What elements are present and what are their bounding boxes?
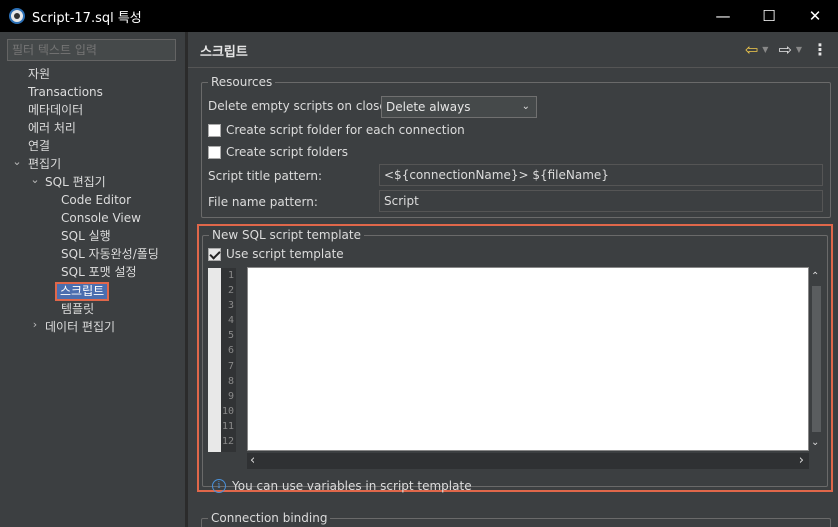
- scroll-thumb[interactable]: [812, 286, 821, 432]
- editor-left-gutter: [208, 268, 221, 452]
- resources-legend: Resources: [208, 74, 276, 90]
- scroll-up-icon[interactable]: ⌃: [811, 272, 819, 282]
- title-pattern-field[interactable]: <${connectionName}> ${fileName}: [379, 164, 823, 186]
- use-template-checkbox[interactable]: [208, 247, 221, 261]
- connection-binding-group: Connection binding: [201, 510, 831, 527]
- chevron-down-icon: ⌄: [521, 101, 530, 112]
- maximize-button[interactable]: ☐: [746, 0, 792, 32]
- back-dropdown-icon[interactable]: ▼: [762, 45, 768, 54]
- line-numbers: 1 2 3 4 5 6 7 8 9 10 11 12: [221, 268, 236, 452]
- forward-dropdown-icon[interactable]: ▼: [796, 45, 802, 54]
- expand-data-editor-chevron-icon[interactable]: ›: [29, 318, 41, 331]
- template-info-text: You can use variables in script template: [232, 479, 472, 493]
- create-folders-label: Create script folders: [226, 145, 349, 159]
- use-template-label: Use script template: [226, 247, 344, 261]
- line-number: 8: [227, 375, 234, 387]
- window-controls: — ☐ ✕: [700, 0, 838, 32]
- scroll-right-icon[interactable]: ›: [799, 454, 804, 467]
- tree-item-code-editor[interactable]: Code Editor: [61, 191, 131, 209]
- line-number: 12: [221, 436, 234, 448]
- tree-item-sql-editor[interactable]: SQL 편집기: [45, 173, 106, 191]
- template-legend: New SQL script template: [209, 227, 364, 243]
- tree-item-data-editor[interactable]: 데이터 편집기: [45, 318, 115, 336]
- tree-item-sql-completion[interactable]: SQL 자동완성/폴딩: [61, 245, 159, 263]
- delete-empty-select[interactable]: Delete always ⌄: [381, 96, 537, 118]
- line-number: 10: [221, 405, 234, 417]
- line-number: 7: [227, 360, 234, 372]
- tree-item-templates[interactable]: 템플릿: [61, 300, 94, 318]
- window-title: Script-17.sql 특성: [32, 10, 142, 26]
- tree-item-metadata[interactable]: 메타데이터: [28, 101, 83, 119]
- file-name-label: File name pattern:: [208, 195, 318, 209]
- tree-item-sql-execute[interactable]: SQL 실행: [61, 227, 111, 245]
- line-number: 6: [227, 345, 234, 357]
- line-number: 3: [227, 300, 234, 312]
- dbeaver-app-icon: [9, 8, 25, 24]
- editor-horizontal-scrollbar[interactable]: ‹ ›: [247, 453, 809, 469]
- close-button[interactable]: ✕: [792, 0, 838, 32]
- editor-vertical-scrollbar[interactable]: ⌃ ⌄: [809, 268, 823, 452]
- create-folders-checkbox[interactable]: [208, 145, 221, 159]
- line-number: 1: [227, 270, 234, 281]
- page-header: 스크립트 ⇦ ▼ ⇨ ▼ ⋮: [188, 32, 838, 68]
- tree-item-editors[interactable]: 편집기: [28, 155, 61, 173]
- create-per-connection-checkbox[interactable]: [208, 123, 221, 137]
- create-folders-row[interactable]: Create script folders: [208, 145, 348, 159]
- template-info-row: i You can use variables in script templa…: [212, 479, 472, 493]
- tree-item-scripts[interactable]: 스크립트: [55, 282, 110, 301]
- line-number: 11: [221, 420, 234, 432]
- page-nav-icons: ⇦ ▼ ⇨ ▼ ⋮: [745, 40, 828, 59]
- line-number: 2: [227, 285, 234, 297]
- page-title: 스크립트: [200, 45, 248, 60]
- create-per-connection-label: Create script folder for each connection: [226, 123, 465, 137]
- line-number: 4: [227, 315, 234, 327]
- expand-sql-editor-chevron-icon[interactable]: ⌄: [29, 173, 41, 187]
- file-name-field[interactable]: Script: [379, 190, 823, 212]
- kebab-menu-icon[interactable]: ⋮: [812, 40, 828, 59]
- delete-empty-label: Delete empty scripts on close:: [208, 99, 391, 113]
- tree-item-error-handling[interactable]: 에러 처리: [28, 119, 76, 137]
- scroll-left-icon[interactable]: ‹: [250, 454, 255, 467]
- connection-binding-legend: Connection binding: [208, 510, 331, 526]
- tree-item-connection[interactable]: 연결: [28, 137, 50, 155]
- tree-item-transactions[interactable]: Transactions: [28, 83, 103, 101]
- preference-page: 스크립트 ⇦ ▼ ⇨ ▼ ⋮ Resources Delete empty sc…: [188, 32, 838, 527]
- title-pattern-label: Script title pattern:: [208, 169, 323, 183]
- line-number: 9: [227, 390, 234, 402]
- forward-arrow-icon[interactable]: ⇨: [778, 40, 791, 59]
- create-per-connection-row[interactable]: Create script folder for each connection: [208, 123, 465, 137]
- title-bar: Script-17.sql 특성 — ☐ ✕: [0, 0, 838, 32]
- info-icon: i: [212, 479, 226, 493]
- minimize-button[interactable]: —: [700, 0, 746, 32]
- delete-empty-value: Delete always: [386, 100, 471, 114]
- use-template-row[interactable]: Use script template: [208, 247, 344, 261]
- line-number: 5: [227, 330, 234, 342]
- template-text-editor[interactable]: [247, 267, 809, 451]
- tree-item-console-view[interactable]: Console View: [61, 209, 141, 227]
- back-arrow-icon[interactable]: ⇦: [745, 40, 758, 59]
- preferences-nav-panel: 자원 Transactions 메타데이터 에러 처리 연결 ⌄ 편집기 ⌄ S…: [0, 32, 185, 527]
- expand-editors-chevron-icon[interactable]: ⌄: [11, 155, 23, 169]
- tree-item-sql-format[interactable]: SQL 포맷 설정: [61, 263, 137, 281]
- scroll-down-icon[interactable]: ⌄: [811, 438, 819, 448]
- filter-input[interactable]: [7, 39, 176, 61]
- tree-item-resources[interactable]: 자원: [28, 65, 50, 83]
